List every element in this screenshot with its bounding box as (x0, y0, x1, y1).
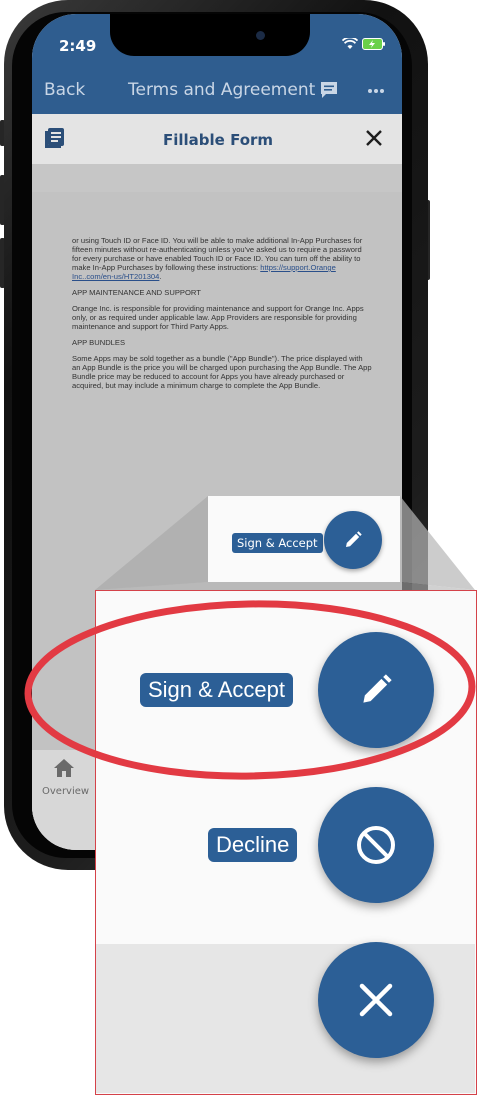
highlight-ellipse (24, 600, 476, 780)
